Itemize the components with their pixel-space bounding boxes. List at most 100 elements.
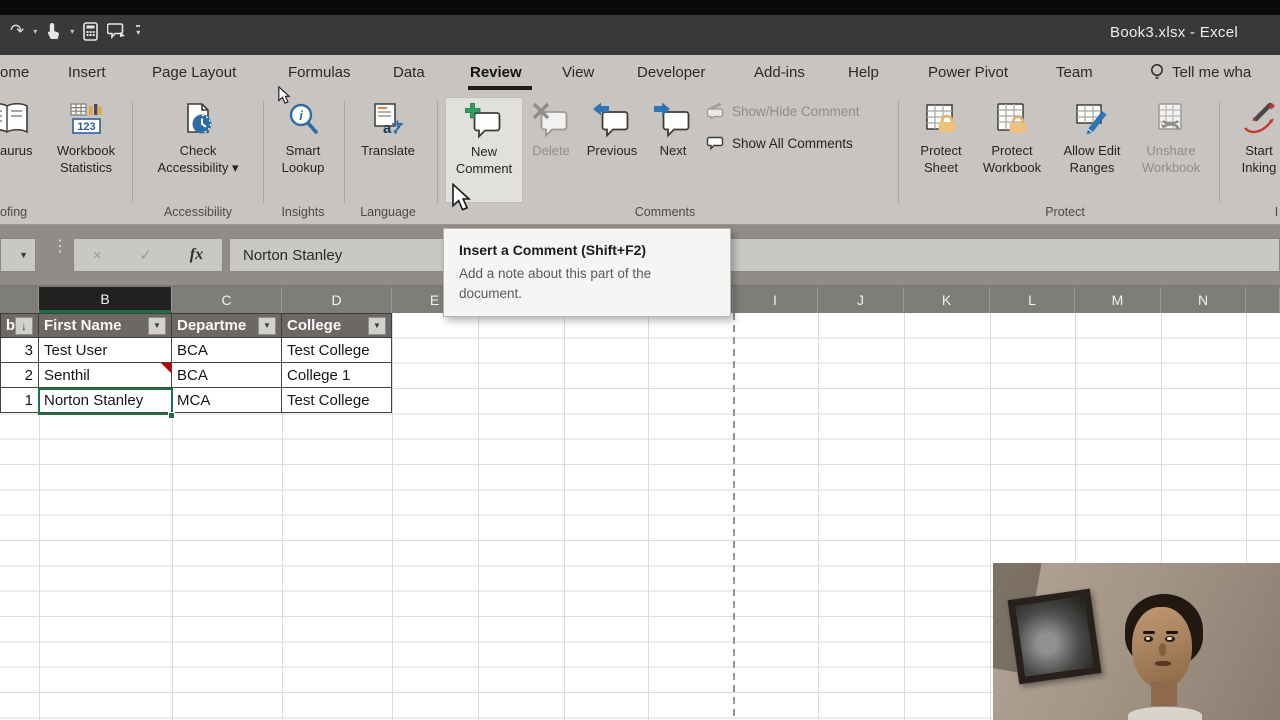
cell-number[interactable]: 2 — [0, 363, 39, 388]
translate-button[interactable]: a Translate — [352, 97, 424, 203]
tell-me-box[interactable]: Tell me wha — [1150, 63, 1251, 82]
wall-picture-frame — [1007, 589, 1102, 685]
touch-mode-icon[interactable] — [46, 22, 61, 40]
delete-comment-icon — [532, 102, 568, 138]
document-title: Book3.xlsx - Excel — [1110, 24, 1238, 41]
tab-developer[interactable]: Developer — [637, 64, 705, 81]
group-label-ink: I — [1274, 205, 1279, 219]
tooltip-body: Add a note about this part of the docume… — [459, 266, 652, 301]
cell-number[interactable]: 3 — [0, 338, 39, 363]
cell-department[interactable]: MCA — [172, 388, 282, 413]
insert-function-button[interactable]: fx — [190, 246, 203, 264]
enter-button[interactable]: ✓ — [139, 246, 152, 264]
table-header-row: nb ↓ First Name ▼ Departme ▼ College ▼ — [0, 313, 392, 338]
tab-view[interactable]: View — [562, 64, 594, 81]
group-divider — [898, 101, 899, 203]
tab-insert[interactable]: Insert — [68, 64, 106, 81]
customize-qat-icon[interactable]: ▾ — [136, 25, 141, 37]
protect-sheet-button[interactable]: Protect Sheet — [908, 97, 974, 203]
smart-lookup-button[interactable]: i Smart Lookup — [268, 97, 338, 203]
column-header-m[interactable]: M — [1075, 287, 1161, 313]
column-header-b[interactable]: B — [39, 287, 172, 313]
tell-me-label: Tell me wha — [1172, 64, 1252, 81]
next-comment-button[interactable]: Next — [650, 97, 696, 203]
tab-power-pivot[interactable]: Power Pivot — [928, 64, 1008, 81]
header-cell-number[interactable]: nb ↓ — [0, 313, 39, 338]
tab-formulas[interactable]: Formulas — [288, 64, 351, 81]
header-cell-department[interactable]: Departme ▼ — [172, 313, 282, 338]
header-cell-college[interactable]: College ▼ — [282, 313, 392, 338]
tab-page-layout[interactable]: Page Layout — [152, 64, 236, 81]
check-accessibility-button[interactable]: Check Accessibility ▾ — [146, 97, 250, 203]
column-header-n[interactable]: N — [1161, 287, 1246, 313]
cell-college[interactable]: College 1 — [282, 363, 392, 388]
protect-sheet-icon — [926, 104, 956, 132]
cancel-button[interactable]: × — [93, 247, 102, 264]
column-header-c[interactable]: C — [172, 287, 282, 313]
unshare-workbook-button[interactable]: Unshare Workbook — [1136, 97, 1206, 203]
gridline — [392, 313, 393, 720]
tab-team[interactable]: Team — [1056, 64, 1093, 81]
active-cell-border — [38, 388, 173, 415]
group-label-proofing: ofing — [0, 205, 28, 219]
workbook-statistics-button[interactable]: 123 Workbook Statistics — [42, 97, 130, 203]
tab-review[interactable]: Review — [470, 64, 522, 81]
column-header-j[interactable]: J — [818, 287, 904, 313]
allow-edit-ranges-button[interactable]: Allow Edit Ranges — [1052, 97, 1132, 203]
lightbulb-icon — [1151, 64, 1163, 79]
filter-dropdown-icon[interactable]: ▼ — [258, 316, 276, 335]
next-comment-label: Next — [659, 143, 687, 158]
touch-mode-dropdown-icon[interactable]: ▾ — [70, 27, 74, 36]
redo-dropdown-icon[interactable]: ▾ — [33, 27, 37, 36]
protect-sheet-label: Protect Sheet — [920, 143, 962, 175]
svg-text:a: a — [383, 120, 392, 137]
group-divider — [437, 101, 438, 203]
translate-icon: a — [374, 103, 403, 137]
group-label-insights: Insights — [281, 205, 325, 219]
cell-department[interactable]: BCA — [172, 363, 282, 388]
group-divider — [132, 101, 133, 203]
workbook-statistics-label: Workbook Statistics — [56, 143, 116, 175]
presenter-brow — [1165, 630, 1178, 634]
column-header-i[interactable]: I — [733, 287, 818, 313]
name-box-dropdown-icon[interactable]: ▼ — [19, 250, 28, 260]
tab-add-ins[interactable]: Add-ins — [754, 64, 805, 81]
show-all-comments-button[interactable]: Show All Comments — [706, 135, 853, 151]
column-header-l[interactable]: L — [990, 287, 1075, 313]
previous-comment-icon — [593, 102, 629, 138]
filter-dropdown-icon[interactable]: ▼ — [148, 316, 166, 335]
column-header-a-partial[interactable] — [0, 287, 39, 313]
allow-edit-ranges-label: Allow Edit Ranges — [1063, 143, 1121, 175]
filter-dropdown-icon[interactable]: ▼ — [368, 316, 386, 335]
cell-college[interactable]: Test College — [282, 338, 392, 363]
tab-help[interactable]: Help — [848, 64, 879, 81]
title-bar: ↷ ▾ ▾ ▾ Book3.xlsx - Excel — [0, 15, 1280, 55]
cell-department[interactable]: BCA — [172, 338, 282, 363]
formula-input[interactable]: Norton Stanley — [229, 238, 1280, 272]
calculator-icon[interactable] — [83, 21, 99, 41]
cell-number[interactable]: 1 — [0, 388, 39, 413]
column-header-k[interactable]: K — [904, 287, 990, 313]
cell-college[interactable]: Test College — [282, 388, 392, 413]
gridline — [904, 313, 905, 720]
previous-comment-button[interactable]: Previous — [578, 97, 646, 203]
protect-workbook-button[interactable]: Protect Workbook — [976, 97, 1048, 203]
header-cell-first-name[interactable]: First Name ▼ — [39, 313, 172, 338]
redo-icon[interactable]: ↷ — [10, 21, 24, 41]
sort-descending-filter-icon[interactable]: ↓ — [15, 316, 33, 335]
fill-handle[interactable] — [168, 412, 175, 419]
column-header-o-partial[interactable] — [1246, 287, 1280, 313]
cell-first-name[interactable]: Senthil — [39, 363, 172, 388]
start-inking-button[interactable]: Start Inking — [1230, 97, 1280, 203]
tab-data[interactable]: Data — [393, 64, 425, 81]
formula-bar-grip[interactable]: ⋮ — [52, 239, 68, 255]
comment-quick-icon[interactable] — [107, 22, 127, 40]
show-hide-comment-button[interactable]: Show/Hide Comment — [706, 103, 860, 119]
header-label-college: College — [287, 317, 342, 334]
tab-home[interactable]: ome — [0, 64, 29, 81]
delete-comment-button[interactable]: Delete — [527, 97, 575, 203]
column-header-d[interactable]: D — [282, 287, 392, 313]
cell-first-name[interactable]: Test User — [39, 338, 172, 363]
group-divider — [1219, 101, 1220, 203]
name-box[interactable]: ▼ — [0, 238, 36, 272]
